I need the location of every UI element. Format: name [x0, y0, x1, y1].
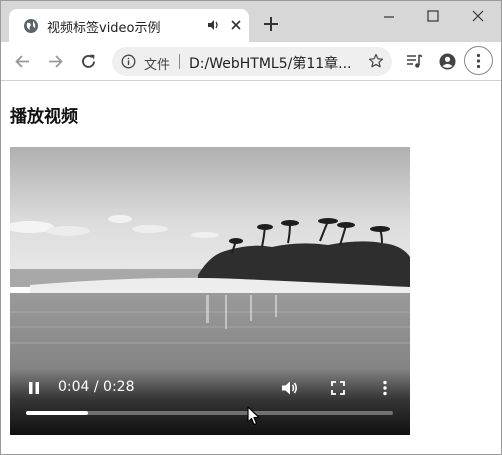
- progress-bar[interactable]: [26, 411, 393, 415]
- volume-icon[interactable]: [281, 380, 299, 396]
- address-bar[interactable]: 文件 D:/WebHTML5/第11章...: [112, 47, 392, 76]
- close-icon[interactable]: [229, 18, 243, 32]
- video-controls: 0:04 / 0:28: [10, 369, 410, 435]
- mouse-cursor-icon: [247, 406, 260, 426]
- forward-arrow-icon[interactable]: [47, 53, 64, 70]
- minimize-icon[interactable]: [382, 9, 396, 23]
- browser-tab[interactable]: 视频标签video示例: [9, 9, 249, 42]
- globe-icon: [24, 19, 38, 33]
- browser-window: 视频标签video示例 文件 D:/WebHTML5/第11章... 播放视频 …: [0, 0, 502, 455]
- pause-icon[interactable]: [27, 381, 41, 395]
- star-icon[interactable]: [368, 53, 384, 69]
- url-text[interactable]: D:/WebHTML5/第11章...: [189, 53, 351, 73]
- video-player[interactable]: 0:04 / 0:28: [10, 147, 410, 435]
- media-queue-icon[interactable]: [406, 53, 423, 70]
- window-close-icon[interactable]: [471, 9, 485, 23]
- info-icon[interactable]: [121, 54, 136, 69]
- fullscreen-icon[interactable]: [331, 381, 345, 395]
- time-display: 0:04 / 0:28: [58, 379, 135, 395]
- omnibox-divider: [179, 54, 180, 69]
- reload-icon[interactable]: [80, 53, 97, 70]
- tab-title: 视频标签video示例: [47, 21, 161, 36]
- page-heading: 播放视频: [10, 107, 78, 127]
- tab-strip: 视频标签video示例: [1, 1, 501, 42]
- more-icon[interactable]: [382, 380, 388, 396]
- plus-icon[interactable]: [263, 16, 279, 32]
- maximize-icon[interactable]: [426, 9, 440, 23]
- scheme-label: 文件: [144, 58, 171, 73]
- menu-dots-icon: [476, 53, 481, 69]
- account-icon[interactable]: [439, 53, 456, 70]
- speaker-icon[interactable]: [206, 18, 220, 32]
- progress-fill: [26, 411, 89, 415]
- back-arrow-icon[interactable]: [14, 53, 31, 70]
- menu-button[interactable]: [464, 46, 493, 75]
- browser-toolbar: 文件 D:/WebHTML5/第11章...: [1, 42, 501, 81]
